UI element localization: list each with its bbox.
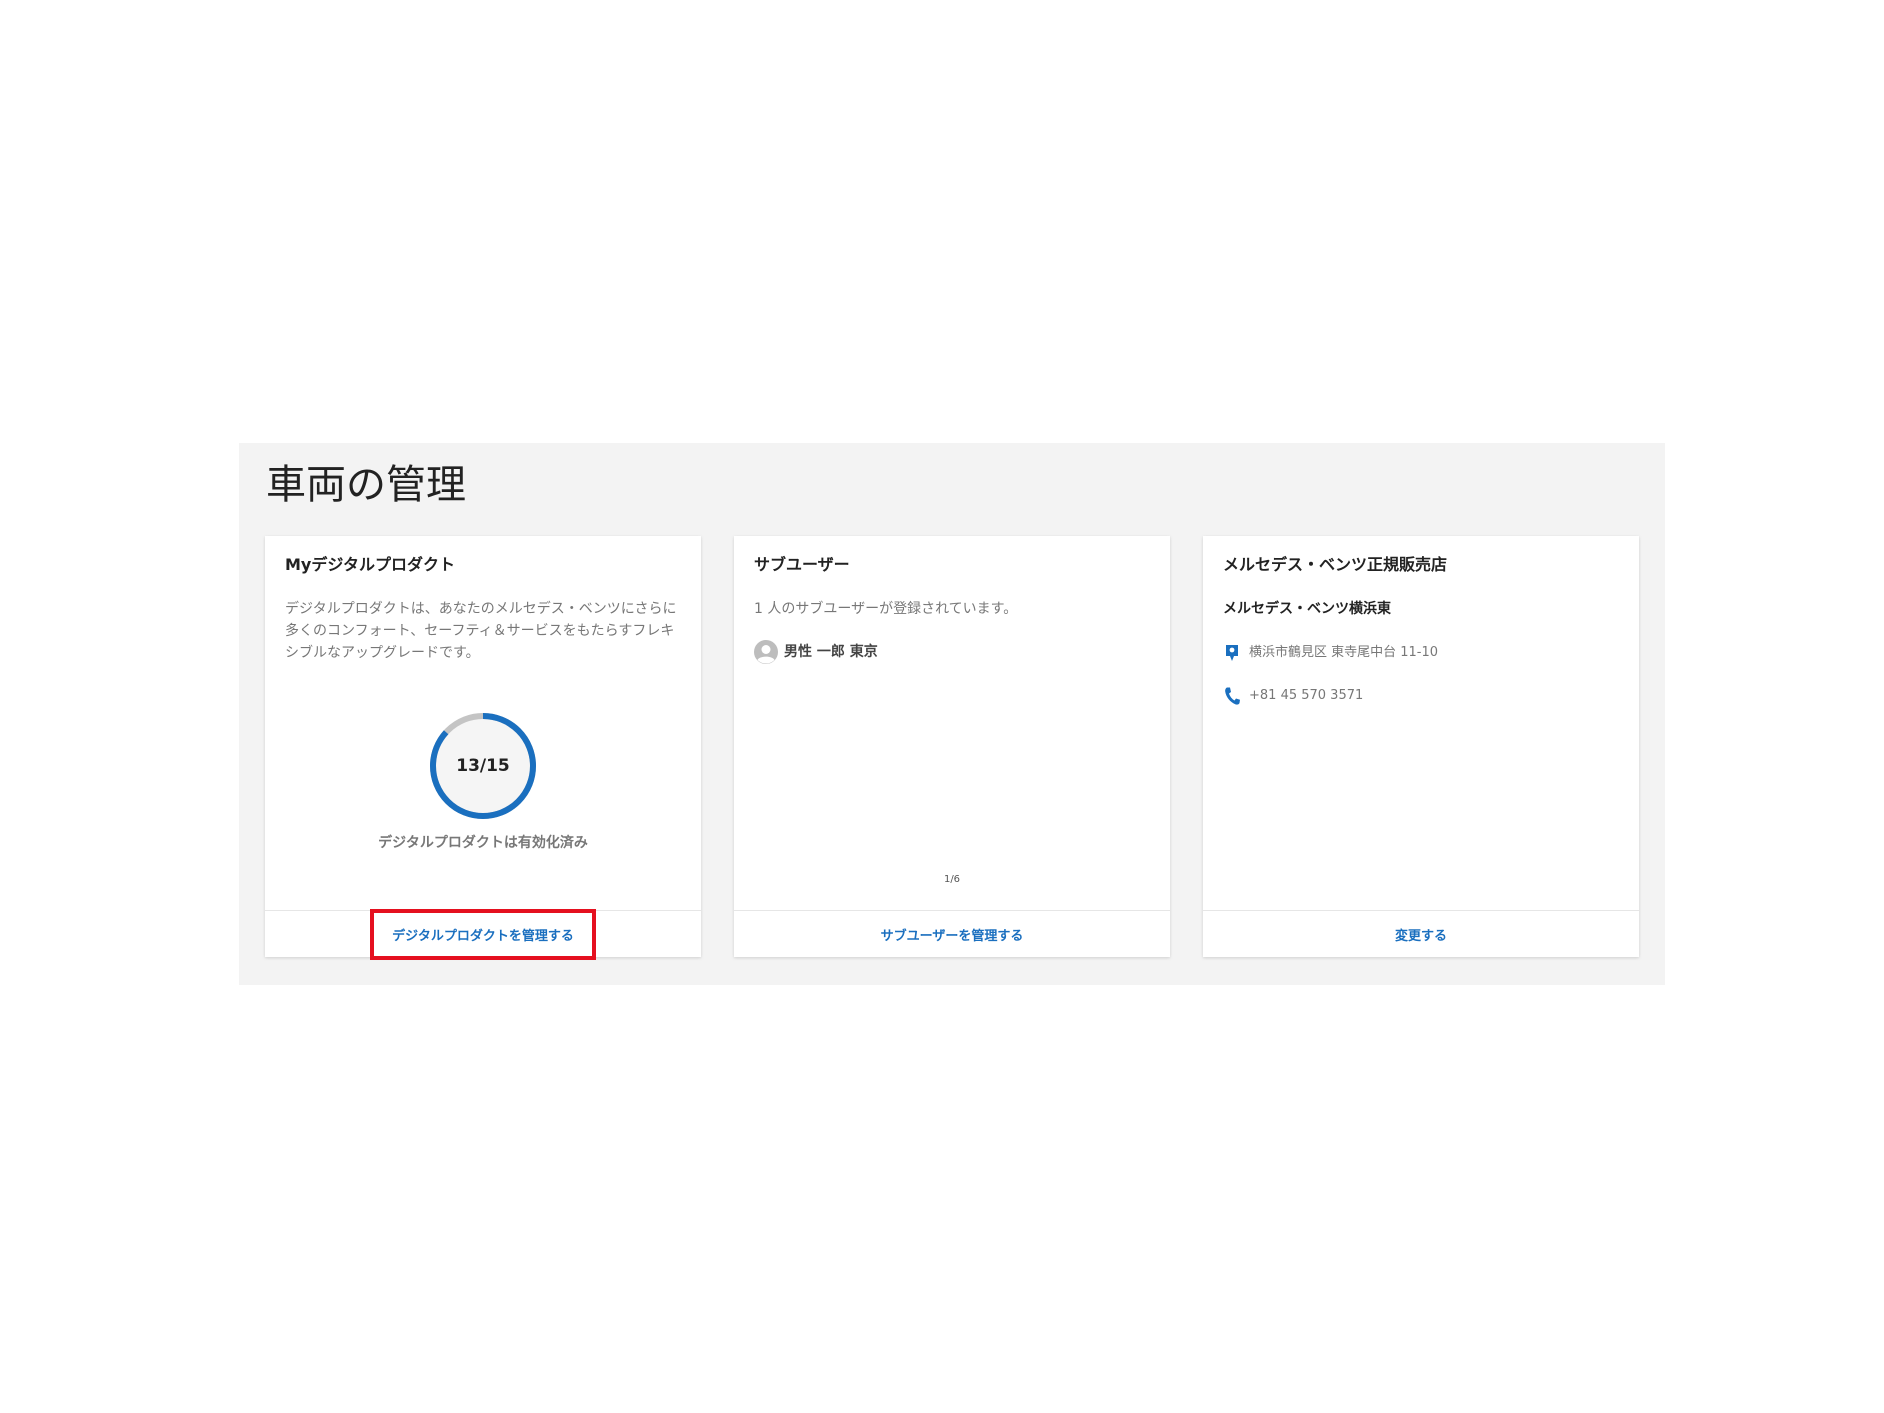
manage-digital-products-link[interactable]: デジタルプロダクトを管理する [370, 908, 596, 960]
location-pin-icon [1226, 645, 1238, 661]
vehicle-management-panel: 車両の管理 Myデジタルプロダクト デジタルプロダクトは、あなたのメルセデス・ベ… [239, 443, 1665, 985]
dealer-card: メルセデス・ベンツ正規販売店 メルセデス・ベンツ横浜東 横浜市鶴見区 東寺尾中台… [1203, 536, 1639, 957]
sub-users-title: サブユーザー [754, 555, 850, 574]
sub-users-summary: 1 人のサブユーザーが登録されています。 [754, 601, 1018, 617]
phone-icon [1225, 687, 1240, 705]
sub-users-card: サブユーザー 1 人のサブユーザーが登録されています。 男性 一郎 東京 1/6… [734, 536, 1170, 957]
dealer-name: メルセデス・ベンツ横浜東 [1223, 601, 1391, 617]
digital-products-description: デジタルプロダクトは、あなたのメルセデス・ベンツにさらに多くのコンフォート、セー… [285, 601, 677, 661]
progress-count: 13/15 [456, 756, 510, 776]
digital-products-card: Myデジタルプロダクト デジタルプロダクトは、あなたのメルセデス・ベンツにさらに… [265, 536, 701, 960]
sub-users-footer: サブユーザーを管理する [734, 910, 1170, 957]
dealer-phone-row: +81 45 570 3571 [1223, 686, 1363, 706]
dealer-footer: 変更する [1203, 910, 1639, 957]
page-title: 車両の管理 [266, 462, 466, 508]
dealer-card-title: メルセデス・ベンツ正規販売店 [1223, 555, 1448, 574]
sub-user-name: 男性 一郎 東京 [784, 644, 878, 660]
change-dealer-link[interactable]: 変更する [1379, 915, 1463, 954]
digital-products-title: Myデジタルプロダクト [285, 555, 456, 574]
sub-users-pagination: 1/6 [943, 874, 961, 885]
dealer-phone[interactable]: +81 45 570 3571 [1249, 686, 1363, 706]
sub-user-item: 男性 一郎 東京 [754, 640, 878, 664]
avatar-icon [754, 640, 778, 664]
dealer-address-row: 横浜市鶴見区 東寺尾中台 11-10 [1223, 643, 1438, 663]
activation-progress-ring: 13/15 [429, 712, 537, 820]
manage-sub-users-link[interactable]: サブユーザーを管理する [865, 915, 1040, 954]
digital-products-footer: デジタルプロダクトを管理する [265, 908, 701, 960]
progress-caption: デジタルプロダクトは有効化済み [378, 835, 588, 851]
dealer-address: 横浜市鶴見区 東寺尾中台 11-10 [1249, 645, 1439, 660]
